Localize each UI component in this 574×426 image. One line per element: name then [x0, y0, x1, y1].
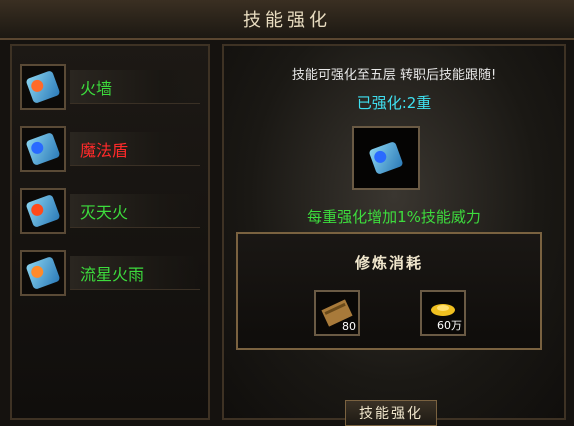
skill-item-magic-shield[interactable]: 魔法盾	[20, 126, 200, 172]
upgrade-effect: 每重强化增加1%技能威力	[307, 208, 481, 226]
skill-item-annihilating-fire[interactable]: 灭天火	[20, 188, 200, 234]
magic-shield-icon	[25, 131, 61, 167]
skill-item-meteor-shower[interactable]: 流星火雨	[20, 250, 200, 296]
skill-name: 灭天火	[70, 194, 200, 228]
magic-shield-icon	[368, 140, 404, 176]
meteor-shower-icon	[25, 255, 61, 291]
skill-slot	[20, 188, 66, 234]
skill-item-fire-wall[interactable]: 火墙	[20, 64, 200, 110]
skill-slot	[20, 250, 66, 296]
upgrade-button[interactable]: 技能强化	[345, 400, 437, 426]
skill-name: 魔法盾	[70, 132, 200, 166]
selected-skill-slot[interactable]	[352, 126, 420, 190]
window-title: 技能强化	[243, 10, 331, 31]
item-quantity: 80	[342, 320, 356, 333]
cost-item-scroll[interactable]: 80	[314, 290, 360, 336]
skill-slot	[20, 64, 66, 110]
skill-name: 流星火雨	[70, 256, 200, 290]
cost-title: 修炼消耗	[354, 254, 423, 272]
title-bar: 技能强化	[0, 0, 574, 40]
fire-wall-icon	[25, 69, 61, 105]
upgrade-notice: 技能可强化至五层 转职后技能跟随!	[291, 68, 497, 83]
cost-item-gold[interactable]: 60万	[420, 290, 466, 336]
skill-upgrade-window: 技能强化 火墙 魔法盾 灭天火 流星火雨 技能可强化至五层 转职后技能跟随! 已…	[0, 0, 574, 426]
skill-slot	[20, 126, 66, 172]
cost-panel: 修炼消耗 80 60万	[236, 232, 542, 350]
annihilating-fire-icon	[25, 193, 61, 229]
skill-name: 火墙	[70, 70, 200, 104]
item-quantity: 60万	[437, 319, 462, 332]
upgrade-level: 已强化:2重	[356, 94, 432, 112]
